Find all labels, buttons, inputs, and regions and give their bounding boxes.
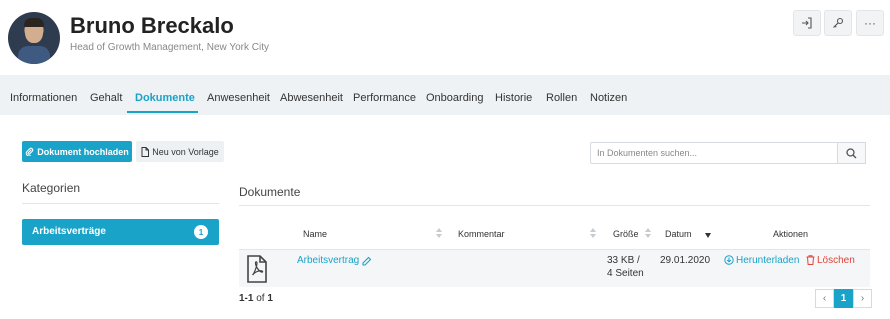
paperclip-icon <box>25 147 34 156</box>
search-icon <box>846 147 857 158</box>
chevron-left-icon: ‹ <box>822 293 827 304</box>
tab-notizen[interactable]: Notizen <box>590 92 627 104</box>
page-title: Bruno Breckalo <box>70 13 234 38</box>
search-input[interactable] <box>590 142 838 164</box>
avatar <box>8 12 60 64</box>
document-size: 33 KB / <box>607 255 640 266</box>
previous-page-button[interactable]: ‹ <box>815 289 834 308</box>
column-header-name[interactable]: Name <box>303 229 327 239</box>
column-header-date[interactable]: Datum <box>665 229 692 239</box>
category-count-badge: 1 <box>194 225 208 239</box>
column-header-size[interactable]: Größe <box>613 229 639 239</box>
download-link[interactable]: Herunterladen <box>736 255 799 266</box>
tab-gehalt[interactable]: Gehalt <box>90 92 122 104</box>
file-icon <box>141 146 150 157</box>
tab-informationen[interactable]: Informationen <box>10 92 77 104</box>
column-header-comment[interactable]: Kommentar <box>458 229 505 239</box>
sign-in-icon <box>802 17 812 29</box>
document-date: 29.01.2020 <box>660 255 711 266</box>
more-icon: ··· <box>864 16 876 30</box>
categories-divider <box>22 203 219 204</box>
tab-anwesenheit[interactable]: Anwesenheit <box>207 92 270 104</box>
tab-bar: Informationen Gehalt Dokumente Anwesenhe… <box>0 75 890 115</box>
tab-abwesenheit[interactable]: Abwesenheit <box>280 92 343 104</box>
tab-historie[interactable]: Historie <box>495 92 532 104</box>
delete-link[interactable]: Löschen <box>817 255 855 266</box>
column-header-actions: Aktionen <box>773 229 809 239</box>
sort-name-icon[interactable] <box>436 228 442 239</box>
pdf-file-icon <box>247 255 267 283</box>
download-icon[interactable] <box>724 255 734 265</box>
page-1-button[interactable]: 1 <box>834 289 853 308</box>
search-button[interactable] <box>838 142 866 164</box>
category-item-arbeitsvertraege[interactable]: Arbeitsverträge 1 <box>22 219 219 245</box>
tab-dokumente[interactable]: Dokumente <box>135 92 195 104</box>
key-button[interactable] <box>824 10 852 36</box>
profile-header: Bruno Breckalo Head of Growth Management… <box>0 0 890 75</box>
more-button[interactable]: ··· <box>856 10 884 36</box>
profile-subtitle: Head of Growth Management, New York City <box>70 42 269 53</box>
trash-icon[interactable] <box>806 255 815 265</box>
category-label: Arbeitsverträge <box>32 226 106 237</box>
sort-comment-icon[interactable] <box>590 228 596 239</box>
document-pages: 4 Seiten <box>607 268 644 279</box>
tab-rollen[interactable]: Rollen <box>546 92 577 104</box>
sign-in-button[interactable] <box>793 10 821 36</box>
document-name-link[interactable]: Arbeitsvertrag <box>297 255 359 266</box>
key-icon <box>833 17 844 28</box>
edit-pencil-icon[interactable] <box>362 256 372 266</box>
tab-performance[interactable]: Performance <box>353 92 416 104</box>
active-tab-indicator <box>127 111 198 113</box>
pagination-total: 1 <box>267 293 273 304</box>
sort-desc-icon[interactable] <box>705 233 711 238</box>
chevron-right-icon: › <box>860 293 865 304</box>
documents-divider <box>239 205 870 206</box>
categories-title: Kategorien <box>22 181 81 195</box>
documents-title: Dokumente <box>239 185 301 199</box>
new-from-template-button[interactable]: Neu von Vorlage <box>136 141 224 162</box>
new-from-template-label: Neu von Vorlage <box>152 146 219 157</box>
pagination-summary: 1-1 of 1 <box>239 293 273 304</box>
sort-size-icon[interactable] <box>645 228 651 239</box>
upload-document-button[interactable]: Dokument hochladen <box>22 141 132 162</box>
pagination-of: of <box>256 293 265 304</box>
tab-onboarding[interactable]: Onboarding <box>426 92 484 104</box>
pagination-range: 1-1 <box>239 293 254 304</box>
next-page-button[interactable]: › <box>853 289 872 308</box>
upload-document-label: Dokument hochladen <box>37 146 129 157</box>
